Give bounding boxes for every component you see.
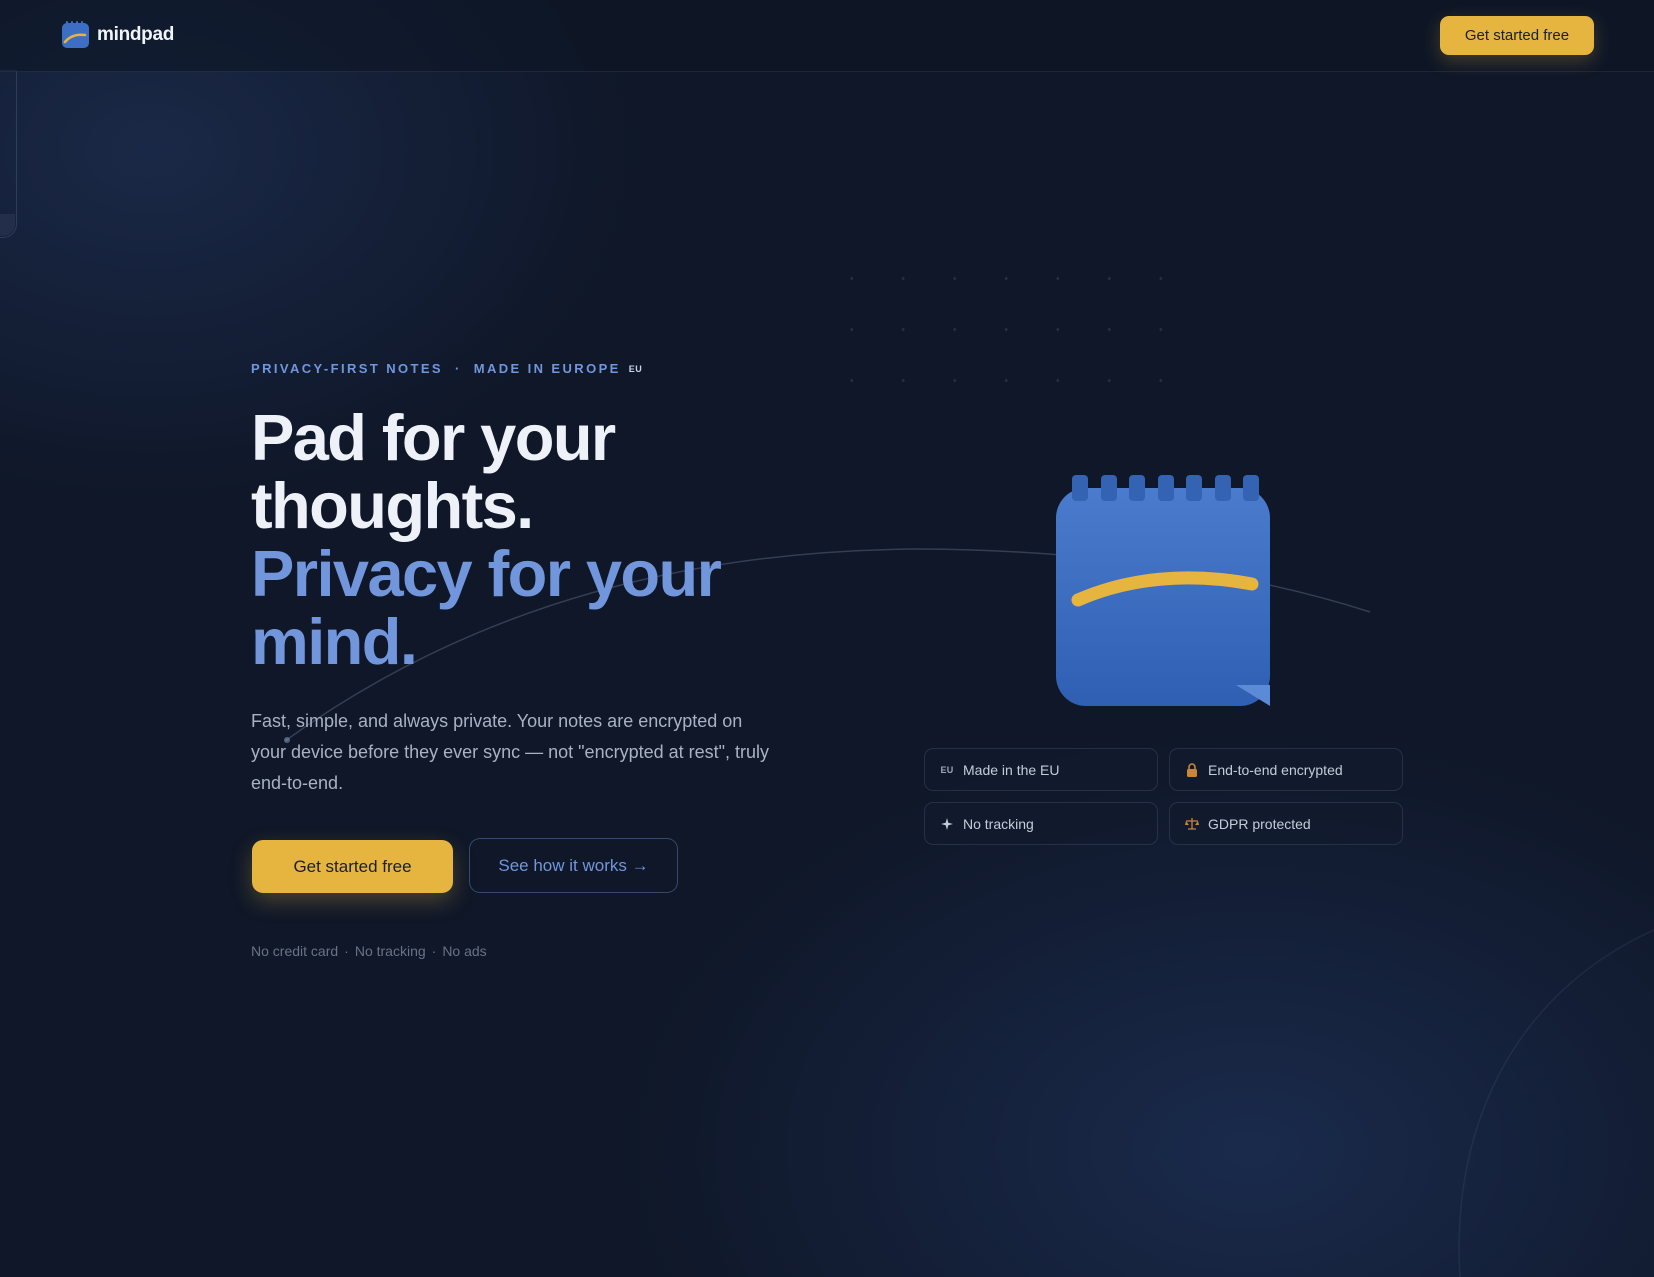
footnote-no-ads: No ads <box>442 943 487 959</box>
badge-end-to-end-encrypted: End-to-end encrypted <box>1169 748 1403 791</box>
decorative-frame <box>0 70 17 238</box>
headline-line-4: mind. <box>251 605 418 678</box>
badge-label: End-to-end encrypted <box>1208 761 1343 778</box>
top-navbar: mindpad Get started free <box>0 0 1654 72</box>
brand[interactable]: mindpad <box>61 20 174 49</box>
badge-made-in-eu: EU Made in the EU <box>924 748 1158 791</box>
lock-icon <box>1185 762 1199 777</box>
scales-icon <box>1185 817 1199 830</box>
brand-name: mindpad <box>97 23 175 45</box>
see-how-it-works-button[interactable]: See how it works → <box>469 838 678 893</box>
notepad-illustration-icon <box>1056 475 1270 706</box>
hero-headline: Pad for your thoughts. Privacy for your … <box>251 401 722 678</box>
hero-eyebrow: PRIVACY-FIRST NOTES · MADE IN EUROPE EU <box>251 361 642 376</box>
background-curves <box>284 548 1654 1277</box>
eyebrow-made-in-europe: MADE IN EUROPE <box>473 361 621 376</box>
eu-flag-icon: EU <box>628 363 643 374</box>
sparkle-icon <box>940 817 954 830</box>
eyebrow-privacy: PRIVACY-FIRST NOTES <box>251 361 443 376</box>
footnote-separator: · <box>431 943 437 959</box>
eu-icon: EU <box>940 764 954 775</box>
hero-description: Fast, simple, and always private. Your n… <box>251 711 770 793</box>
headline-line-3: Privacy for your <box>251 537 722 610</box>
footnote-no-tracking: No tracking <box>354 943 426 959</box>
hero-footnote: No credit card · No tracking · No ads <box>251 943 487 959</box>
eyebrow-separator: · <box>454 361 462 376</box>
footnote-separator: · <box>344 943 349 959</box>
badge-label: Made in the EU <box>963 761 1060 778</box>
footnote-no-credit-card: No credit card <box>251 943 339 959</box>
badge-no-tracking: No tracking <box>924 802 1158 845</box>
badge-label: GDPR protected <box>1208 815 1311 832</box>
headline-line-1: Pad for your <box>251 401 616 474</box>
nav-get-started-button[interactable]: Get started free <box>1440 16 1594 55</box>
dot-grid <box>826 253 1194 413</box>
mindpad-logo-icon <box>62 21 89 48</box>
badge-gdpr-protected: GDPR protected <box>1169 802 1403 845</box>
get-started-button[interactable]: Get started free <box>252 840 453 893</box>
badge-label: No tracking <box>963 815 1034 832</box>
headline-line-2: thoughts. <box>251 469 534 542</box>
